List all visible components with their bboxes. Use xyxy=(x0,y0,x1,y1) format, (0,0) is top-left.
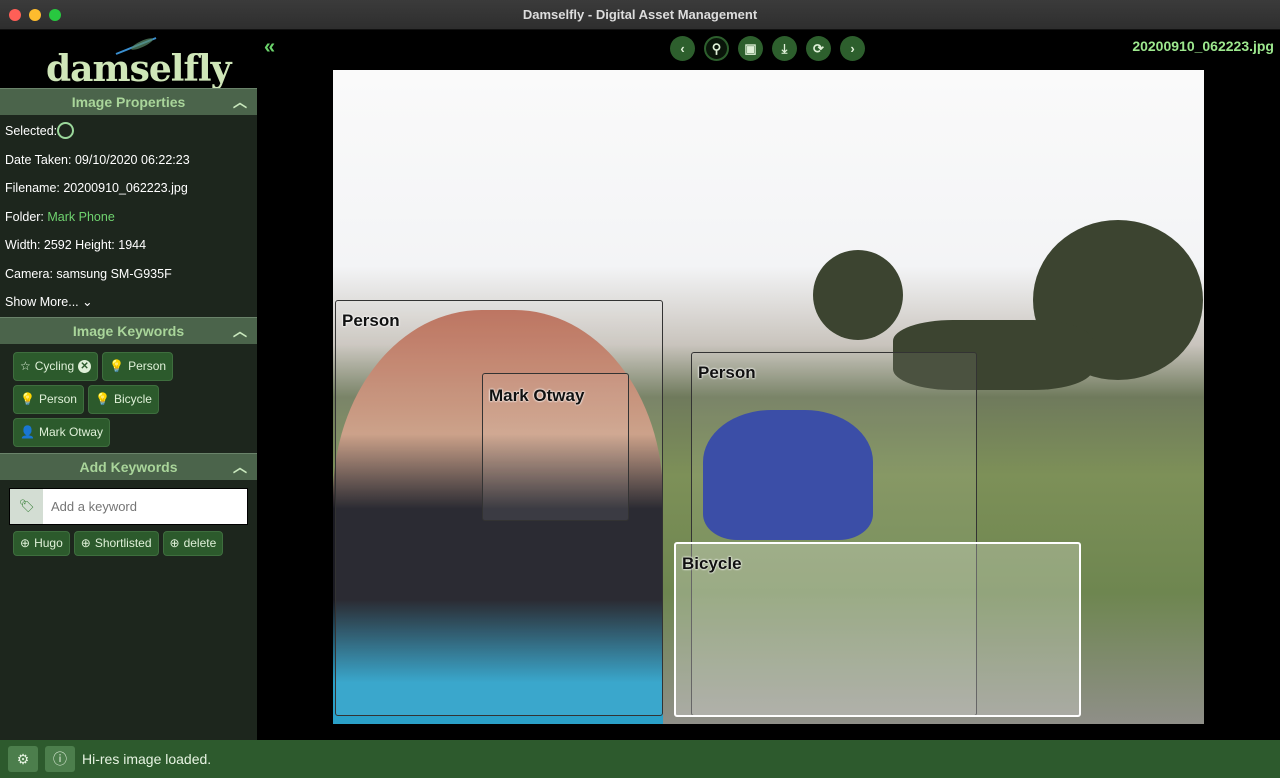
zoom-search-button[interactable]: ⚲ xyxy=(704,36,729,61)
add-keyword-input[interactable] xyxy=(43,488,247,524)
dimensions: Width: 2592 Height: 1944 xyxy=(5,238,147,252)
add-keywords-header[interactable]: Add Keywords ︿ xyxy=(0,452,257,481)
quick-add-hugo[interactable]: ⊕ Hugo xyxy=(13,530,70,556)
section-title: Image Properties xyxy=(71,94,186,110)
chevron-up-icon[interactable]: ︿ xyxy=(233,89,247,116)
quick-add-shortlisted[interactable]: ⊕ Shortlisted xyxy=(73,530,159,556)
section-title: Add Keywords xyxy=(79,458,178,475)
quick-label: Shortlisted xyxy=(94,535,152,550)
quick-keywords: ⊕ Hugo ⊕ Shortlisted ⊕ delete xyxy=(0,530,257,556)
viewer-toolbar: ‹ ⚲ ▣ ⤓ ⟳ › xyxy=(670,36,865,61)
info-button[interactable]: ⓘ xyxy=(45,746,75,772)
keyword-chip-person[interactable]: 💡 Person xyxy=(102,351,174,381)
plus-circle-icon: ⊕ xyxy=(80,535,91,550)
quick-label: delete xyxy=(183,535,217,550)
settings-gears-button[interactable]: ⚙ xyxy=(8,746,38,772)
keyword-chip-cycling[interactable]: ☆ Cycling ✕ xyxy=(13,351,99,381)
camera: Camera: samsung SM-G935F xyxy=(5,266,172,281)
keyword-chip-person[interactable]: 💡 Person xyxy=(13,384,84,414)
title-bar: Damselfly - Digital Asset Management xyxy=(0,0,1280,30)
download-button[interactable]: ⤓ xyxy=(772,36,797,61)
selected-label: Selected: xyxy=(5,124,58,138)
image-keywords-header[interactable]: Image Keywords ︿ xyxy=(0,316,257,345)
bounding-box-face[interactable]: Mark Otway xyxy=(482,373,629,521)
logo-text: damselfly xyxy=(46,48,232,90)
previous-image-button[interactable]: ‹ xyxy=(670,36,695,61)
box-label: Person xyxy=(698,363,756,382)
star-icon: ☆ xyxy=(20,358,31,373)
remove-keyword-icon[interactable]: ✕ xyxy=(78,359,92,373)
folder-link[interactable]: Mark Phone xyxy=(47,210,114,224)
status-text: Hi-res image loaded. xyxy=(82,751,212,767)
keyword-label: Person xyxy=(38,391,77,406)
keyword-chip-bicycle[interactable]: 💡 Bicycle xyxy=(87,384,159,414)
selected-row: Selected: xyxy=(0,117,257,146)
sidebar: damselfly Image Properties ︿ Selected: Da… xyxy=(0,30,257,740)
keyword-label: Person xyxy=(128,358,167,373)
plus-circle-icon: ⊕ xyxy=(169,535,180,550)
box-label: Bicycle xyxy=(682,554,742,573)
lightbulb-icon: 💡 xyxy=(109,358,125,373)
quick-label: Hugo xyxy=(34,535,63,550)
refresh-button[interactable]: ⟳ xyxy=(806,36,831,61)
show-more-link[interactable]: Show More... ⌄ xyxy=(0,288,257,317)
section-title: Image Keywords xyxy=(72,322,185,339)
filename: Filename: 20200910_062223.jpg xyxy=(5,181,188,195)
user-icon: 👤 xyxy=(20,424,35,439)
next-image-button[interactable]: › xyxy=(840,36,865,61)
collapse-sidebar-icon[interactable]: « xyxy=(264,36,275,59)
folder-label: Folder: xyxy=(5,209,48,224)
maximize-window-button[interactable] xyxy=(49,9,61,21)
keyword-label: Mark Otway xyxy=(38,424,103,439)
lightbulb-icon: 💡 xyxy=(94,391,110,406)
date-taken: Date Taken: 09/10/2020 06:22:23 xyxy=(5,152,190,167)
chevron-down-icon: ⌄ xyxy=(82,295,93,309)
close-window-button[interactable] xyxy=(9,9,21,21)
chevron-up-icon[interactable]: ︿ xyxy=(233,318,247,345)
bounding-box-bicycle[interactable]: Bicycle xyxy=(674,542,1081,717)
show-more-label: Show More... xyxy=(5,295,79,309)
plus-circle-icon: ⊕ xyxy=(20,535,31,550)
keyword-chip-mark-otway[interactable]: 👤 Mark Otway xyxy=(13,417,110,447)
selected-toggle[interactable] xyxy=(57,121,75,139)
window-title: Damselfly - Digital Asset Management xyxy=(522,7,758,22)
logo: damselfly xyxy=(0,30,257,90)
face-boxes-button[interactable]: ▣ xyxy=(738,36,763,61)
box-label: Person xyxy=(342,311,400,330)
minimize-window-button[interactable] xyxy=(29,9,41,21)
image-properties-header[interactable]: Image Properties ︿ xyxy=(0,88,257,115)
lightbulb-icon: 💡 xyxy=(20,391,35,406)
keyword-label: Bicycle xyxy=(113,391,152,406)
folder-row: Folder: Mark Phone xyxy=(0,203,257,232)
chevron-up-icon[interactable]: ︿ xyxy=(233,454,247,481)
tree xyxy=(813,250,903,340)
box-label: Mark Otway xyxy=(489,386,585,405)
quick-add-delete[interactable]: ⊕ delete xyxy=(162,530,224,556)
image-viewer[interactable]: Person Mark Otway Person Bicycle xyxy=(333,70,1204,724)
keyword-input-group: 🏷 xyxy=(9,487,248,525)
tag-icon: 🏷 xyxy=(10,488,43,524)
keyword-list: ☆ Cycling ✕ 💡 Person 💡 Person 💡 Bicycle 👤 Mark… xyxy=(0,344,257,453)
viewer-filename: 20200910_062223.jpg xyxy=(1132,38,1274,54)
keyword-label: Cycling xyxy=(34,358,75,373)
status-bar: ⚙ ⓘ Hi-res image loaded. xyxy=(0,740,1280,778)
